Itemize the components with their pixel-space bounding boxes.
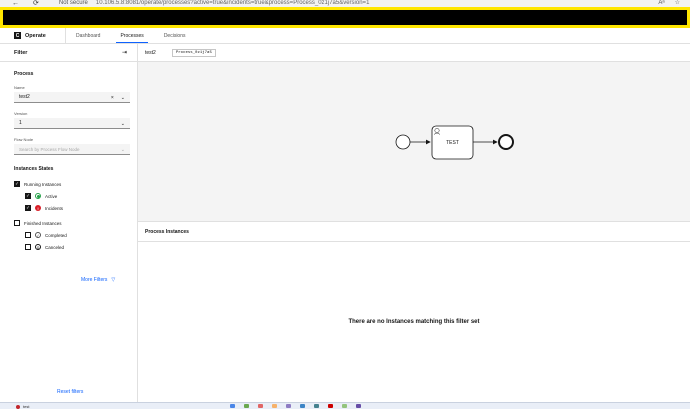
completed-label: Completed xyxy=(45,232,67,238)
read-aloud-icon[interactable]: Aᵃ xyxy=(658,0,664,7)
brand-name: Operate xyxy=(25,32,46,39)
flow-node-placeholder: Search by Process Flow Node xyxy=(19,146,80,152)
running-instances-row[interactable]: ✓ Running Instances xyxy=(14,178,137,190)
browser-toolbar: ← ⟳ Not secure 10.106.5.8:8081/operate/p… xyxy=(0,0,690,7)
process-name: test2 xyxy=(145,49,156,56)
version-label: Version xyxy=(14,111,28,116)
filter-header: Filter ⇥ xyxy=(0,44,137,62)
filter-panel: Filter ⇥ Process Name test2 × ⌄ Version … xyxy=(0,44,138,402)
taskbar-tab-label: test xyxy=(23,404,30,409)
finished-instances-row[interactable]: Finished Instances xyxy=(14,217,137,229)
browser-actions: Aᵃ ☆ xyxy=(658,0,680,7)
canceled-label: Canceled xyxy=(45,244,65,250)
bpmn-diagram-canvas[interactable]: TEST xyxy=(138,62,690,222)
reload-icon[interactable]: ⟳ xyxy=(33,0,39,7)
empty-state-message: There are no Instances matching this fil… xyxy=(138,242,690,402)
taskbar-app-icon[interactable] xyxy=(356,404,361,408)
task-label: TEST xyxy=(446,140,459,146)
process-name-select[interactable]: test2 × ⌄ xyxy=(14,92,130,103)
process-name-controls: × ⌄ xyxy=(111,92,125,103)
canceled-state-icon: ⦸ xyxy=(35,244,41,250)
process-name-value: test2 xyxy=(19,94,30,100)
address-bar[interactable]: 10.106.5.8:8081/operate/processes?active… xyxy=(96,0,370,7)
diagram-header: test2 Process_0z1j7a5 xyxy=(138,44,690,62)
name-label: Name xyxy=(14,85,25,90)
version-select[interactable]: 1 ⌄ xyxy=(14,118,130,129)
taskbar-app-icon[interactable] xyxy=(258,404,263,408)
tab-processes[interactable]: Processes xyxy=(110,28,153,43)
favorite-icon[interactable]: ☆ xyxy=(675,0,680,7)
incidents-row[interactable]: ✓ ! Incidents xyxy=(25,202,137,214)
chevron-down-icon[interactable]: ⌄ xyxy=(121,147,125,153)
taskbar-app-icon[interactable] xyxy=(230,404,235,408)
chevron-down-icon[interactable]: ⌄ xyxy=(121,95,125,101)
incident-state-icon: ! xyxy=(35,205,41,211)
collapse-panel-icon[interactable]: ⇥ xyxy=(122,49,127,56)
taskbar-app-icon[interactable] xyxy=(272,404,277,408)
more-filters-button[interactable]: More Filters ▽ xyxy=(81,277,115,283)
bpmn-diagram: TEST xyxy=(395,125,514,160)
clear-icon[interactable]: × xyxy=(111,95,114,101)
finished-instances-checkbox[interactable] xyxy=(14,220,20,226)
completed-checkbox[interactable] xyxy=(25,232,31,238)
completed-state-icon: ✓ xyxy=(35,232,41,238)
brand[interactable]: C Operate xyxy=(0,28,66,43)
redacted-region xyxy=(0,7,690,28)
taskbar-app-icon[interactable] xyxy=(300,404,305,408)
app-header: C Operate Dashboard Processes Decisions xyxy=(0,28,690,44)
taskbar-app-icon[interactable] xyxy=(244,404,249,408)
taskbar-tab[interactable]: test xyxy=(16,404,29,409)
active-row[interactable]: ✓ Active xyxy=(25,190,137,202)
canceled-row[interactable]: ⦸ Canceled xyxy=(25,241,137,253)
browser-nav: ← ⟳ xyxy=(12,0,39,7)
active-label: Active xyxy=(45,193,58,199)
camunda-logo-icon: C xyxy=(14,32,21,39)
instances-states-title: Instances States xyxy=(14,166,54,172)
version-value: 1 xyxy=(19,120,22,126)
screen: ← ⟳ Not secure 10.106.5.8:8081/operate/p… xyxy=(0,0,690,409)
finished-instances-label: Finished Instances xyxy=(24,220,62,226)
active-checkbox[interactable]: ✓ xyxy=(25,193,31,199)
running-instances-checkbox[interactable]: ✓ xyxy=(14,181,20,187)
tab-dashboard[interactable]: Dashboard xyxy=(66,28,110,43)
back-icon[interactable]: ← xyxy=(12,0,19,7)
incidents-label: Incidents xyxy=(45,205,64,211)
security-indicator[interactable]: Not secure xyxy=(59,0,88,7)
incidents-checkbox[interactable]: ✓ xyxy=(25,205,31,211)
states-group: ✓ Running Instances ✓ Active ✓ ! Inciden… xyxy=(14,178,137,253)
flow-node-controls: ⌄ xyxy=(121,144,125,155)
completed-row[interactable]: ✓ Completed xyxy=(25,229,137,241)
process-section-title: Process xyxy=(14,71,34,77)
taskbar-app-icon[interactable] xyxy=(314,404,319,408)
chevron-down-icon[interactable]: ⌄ xyxy=(121,121,125,127)
flow-node-select[interactable]: Search by Process Flow Node ⌄ xyxy=(14,144,130,155)
canceled-checkbox[interactable] xyxy=(25,244,31,250)
start-event[interactable] xyxy=(395,134,411,150)
app-icon xyxy=(16,404,20,409)
taskbar-app-icon[interactable] xyxy=(286,404,291,408)
running-instances-label: Running Instances xyxy=(24,181,62,187)
version-controls: ⌄ xyxy=(121,118,125,129)
process-instances-header: Process Instances xyxy=(138,223,690,242)
os-taskbar: test xyxy=(0,402,690,409)
reset-filters-button[interactable]: Reset filters xyxy=(57,389,83,395)
flow-node-label: Flow Node xyxy=(14,137,34,142)
taskbar-app-icon[interactable] xyxy=(328,404,333,408)
taskbar-app-icon[interactable] xyxy=(342,404,347,408)
end-event[interactable] xyxy=(498,134,514,150)
tab-decisions[interactable]: Decisions xyxy=(154,28,196,43)
process-id-tag: Process_0z1j7a5 xyxy=(171,48,216,57)
empty-message-text: There are no Instances matching this fil… xyxy=(348,319,480,325)
filter-title: Filter xyxy=(14,49,28,56)
filter-icon: ▽ xyxy=(111,277,116,283)
more-filters-label: More Filters xyxy=(81,277,108,283)
taskbar-apps xyxy=(230,404,361,408)
active-state-icon xyxy=(35,193,41,199)
